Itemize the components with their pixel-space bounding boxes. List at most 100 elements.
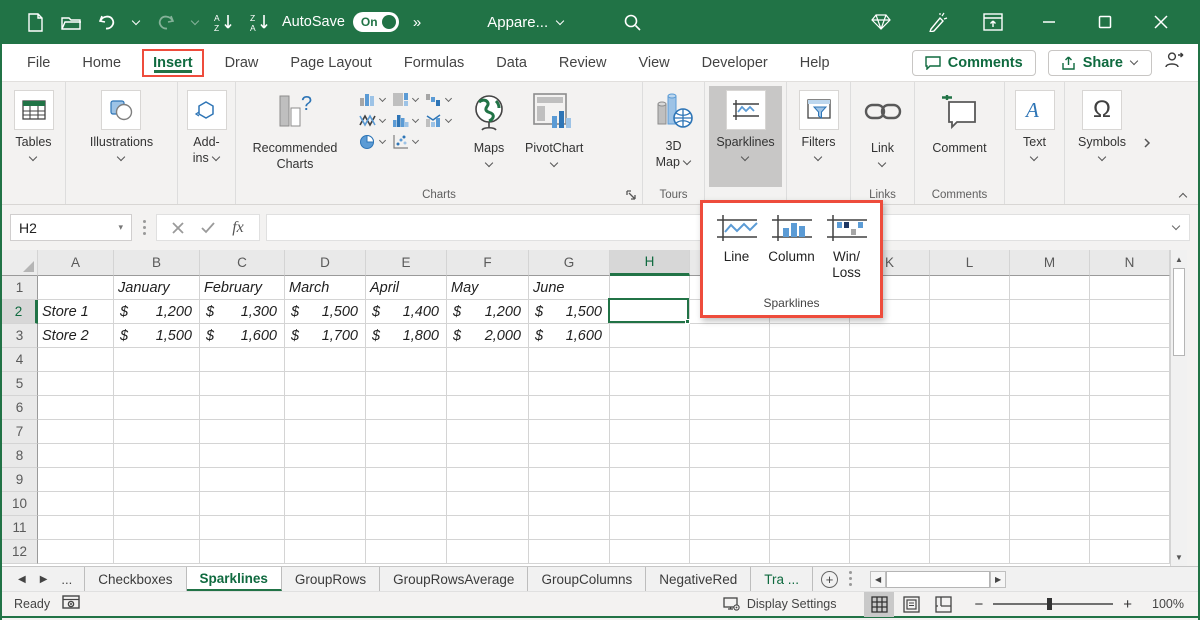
formula-bar-grip-icon[interactable] bbox=[142, 220, 146, 236]
cell-I7[interactable] bbox=[690, 420, 770, 444]
comment-button[interactable]: Comment bbox=[925, 86, 993, 159]
cell-H5[interactable] bbox=[610, 372, 690, 396]
cell-F2[interactable]: $1,200 bbox=[447, 300, 529, 324]
row-header-1[interactable]: 1 bbox=[2, 276, 38, 300]
cell-C12[interactable] bbox=[200, 540, 285, 564]
menu-item-column-sparkline[interactable]: Column bbox=[765, 213, 819, 281]
line-chart-button[interactable] bbox=[359, 113, 386, 128]
cell-I3[interactable] bbox=[690, 324, 770, 348]
cell-H12[interactable] bbox=[610, 540, 690, 564]
illustrations-button[interactable]: Illustrations bbox=[83, 86, 160, 165]
waterfall-chart-button[interactable] bbox=[425, 92, 452, 107]
cell-I6[interactable] bbox=[690, 396, 770, 420]
autosave-control[interactable]: AutoSave On bbox=[282, 12, 399, 32]
cell-B5[interactable] bbox=[114, 372, 200, 396]
cell-N12[interactable] bbox=[1090, 540, 1170, 564]
cell-B3[interactable]: $1,500 bbox=[114, 324, 200, 348]
cell-L5[interactable] bbox=[930, 372, 1010, 396]
tab-home[interactable]: Home bbox=[71, 49, 132, 77]
tab-help[interactable]: Help bbox=[789, 49, 841, 77]
sheet-overflow-dots[interactable]: ... bbox=[61, 572, 72, 587]
cell-C2[interactable]: $1,300 bbox=[200, 300, 285, 324]
cell-B2[interactable]: $1,200 bbox=[114, 300, 200, 324]
new-file-icon[interactable] bbox=[24, 11, 46, 33]
cell-N8[interactable] bbox=[1090, 444, 1170, 468]
cell-N7[interactable] bbox=[1090, 420, 1170, 444]
cell-M12[interactable] bbox=[1010, 540, 1090, 564]
column-header-C[interactable]: C bbox=[200, 250, 285, 276]
link-button[interactable]: Link bbox=[856, 86, 910, 171]
cell-F5[interactable] bbox=[447, 372, 529, 396]
tables-button[interactable]: Tables bbox=[7, 86, 61, 165]
cell-N3[interactable] bbox=[1090, 324, 1170, 348]
zoom-slider-thumb[interactable] bbox=[1047, 598, 1052, 610]
cell-J5[interactable] bbox=[770, 372, 850, 396]
cancel-icon[interactable] bbox=[165, 222, 191, 234]
sheet-tab-tra-[interactable]: Tra ... bbox=[751, 567, 813, 591]
tab-insert[interactable]: Insert bbox=[142, 49, 204, 77]
cell-H1[interactable] bbox=[610, 276, 690, 300]
cell-G10[interactable] bbox=[529, 492, 610, 516]
scatter-chart-button[interactable] bbox=[392, 134, 419, 149]
laser-pen-icon[interactable] bbox=[926, 11, 948, 33]
cell-I11[interactable] bbox=[690, 516, 770, 540]
cell-E12[interactable] bbox=[366, 540, 447, 564]
cell-K8[interactable] bbox=[850, 444, 930, 468]
horizontal-scroll-thumb[interactable] bbox=[886, 571, 990, 588]
cell-D10[interactable] bbox=[285, 492, 366, 516]
cell-D1[interactable]: March bbox=[285, 276, 366, 300]
cell-M8[interactable] bbox=[1010, 444, 1090, 468]
cell-G3[interactable]: $1,600 bbox=[529, 324, 610, 348]
cell-F9[interactable] bbox=[447, 468, 529, 492]
fx-icon[interactable]: fx bbox=[225, 219, 251, 237]
pie-chart-button[interactable] bbox=[359, 134, 386, 149]
tab-draw[interactable]: Draw bbox=[214, 49, 270, 77]
sheet-tab-sparklines[interactable]: Sparklines bbox=[187, 567, 282, 591]
page-break-view-icon[interactable] bbox=[928, 592, 958, 617]
cell-E11[interactable] bbox=[366, 516, 447, 540]
diamond-icon[interactable] bbox=[870, 11, 892, 33]
normal-view-icon[interactable] bbox=[864, 592, 894, 617]
cell-H6[interactable] bbox=[610, 396, 690, 420]
menu-item-winloss-sparkline[interactable]: Win/ Loss bbox=[820, 213, 874, 281]
row-header-11[interactable]: 11 bbox=[2, 516, 38, 540]
vertical-scrollbar[interactable]: ▲ ▼ bbox=[1170, 250, 1187, 566]
cell-M9[interactable] bbox=[1010, 468, 1090, 492]
sheet-tab-groupcolumns[interactable]: GroupColumns bbox=[528, 567, 646, 591]
zoom-in-button[interactable]: + bbox=[1123, 596, 1132, 613]
hierarchy-chart-button[interactable] bbox=[392, 92, 419, 107]
cell-K10[interactable] bbox=[850, 492, 930, 516]
cell-C5[interactable] bbox=[200, 372, 285, 396]
combo-chart-button[interactable] bbox=[425, 113, 452, 128]
autosave-toggle[interactable]: On bbox=[353, 12, 399, 32]
scroll-down-icon[interactable]: ▼ bbox=[1171, 548, 1187, 566]
cell-N2[interactable] bbox=[1090, 300, 1170, 324]
cell-C3[interactable]: $1,600 bbox=[200, 324, 285, 348]
cell-B9[interactable] bbox=[114, 468, 200, 492]
cell-L10[interactable] bbox=[930, 492, 1010, 516]
cell-A2[interactable]: Store 1 bbox=[38, 300, 114, 324]
cell-A3[interactable]: Store 2 bbox=[38, 324, 114, 348]
cell-K12[interactable] bbox=[850, 540, 930, 564]
cell-E1[interactable]: April bbox=[366, 276, 447, 300]
cell-D9[interactable] bbox=[285, 468, 366, 492]
sheet-tab-grouprowsaverage[interactable]: GroupRowsAverage bbox=[380, 567, 528, 591]
menu-item-line-sparkline[interactable]: Line bbox=[710, 213, 764, 281]
cell-J8[interactable] bbox=[770, 444, 850, 468]
symbols-button[interactable]: Ω Symbols bbox=[1071, 86, 1133, 165]
cell-D11[interactable] bbox=[285, 516, 366, 540]
tab-review[interactable]: Review bbox=[548, 49, 618, 77]
add-sheet-button[interactable]: + bbox=[821, 571, 838, 588]
cell-J12[interactable] bbox=[770, 540, 850, 564]
pivotchart-button[interactable]: PivotChart bbox=[518, 86, 590, 171]
cell-A5[interactable] bbox=[38, 372, 114, 396]
cell-J9[interactable] bbox=[770, 468, 850, 492]
cell-D7[interactable] bbox=[285, 420, 366, 444]
sheetbar-grip-icon[interactable] bbox=[848, 571, 852, 587]
cell-B8[interactable] bbox=[114, 444, 200, 468]
cell-F3[interactable]: $2,000 bbox=[447, 324, 529, 348]
cell-D8[interactable] bbox=[285, 444, 366, 468]
row-header-9[interactable]: 9 bbox=[2, 468, 38, 492]
cell-L1[interactable] bbox=[930, 276, 1010, 300]
cell-I5[interactable] bbox=[690, 372, 770, 396]
